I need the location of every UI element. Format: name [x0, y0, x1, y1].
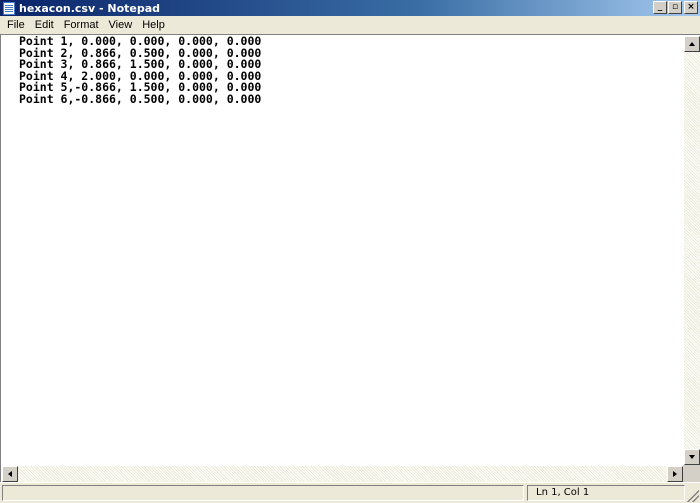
vertical-scrollbar[interactable] [684, 36, 700, 465]
arrow-up-icon [689, 42, 695, 46]
title-bar[interactable]: hexacon.csv - Notepad _ ▫ × [0, 0, 700, 16]
arrow-down-icon [689, 455, 695, 459]
notepad-app-icon[interactable] [3, 1, 15, 15]
horizontal-scrollbar[interactable] [2, 466, 683, 482]
minimize-button[interactable]: _ [653, 1, 667, 14]
text-editor[interactable]: Point 1, 0.000, 0.000, 0.000, 0.000 Poin… [2, 36, 683, 465]
cursor-position: Ln 1, Col 1 [527, 485, 685, 501]
menu-view[interactable]: View [104, 19, 138, 31]
scrollbar-corner [683, 465, 700, 482]
status-pane-empty [2, 485, 524, 501]
resize-grip-icon[interactable] [687, 490, 699, 502]
menu-format[interactable]: Format [59, 19, 104, 31]
caption-buttons: _ ▫ × [652, 1, 698, 14]
editor-pane: Point 1, 0.000, 0.000, 0.000, 0.000 Poin… [0, 34, 700, 482]
scroll-left-button[interactable] [2, 466, 18, 482]
menu-edit[interactable]: Edit [30, 19, 59, 31]
close-button[interactable]: × [684, 1, 698, 14]
menu-bar: File Edit Format View Help [0, 16, 700, 34]
menu-help[interactable]: Help [137, 19, 170, 31]
window-title: hexacon.csv - Notepad [19, 1, 161, 15]
scroll-down-button[interactable] [684, 449, 700, 465]
maximize-button[interactable]: ▫ [668, 1, 682, 14]
menu-file[interactable]: File [2, 19, 30, 31]
text-line: Point 6,-0.866, 0.500, 0.000, 0.000 [19, 91, 262, 106]
arrow-left-icon [8, 471, 12, 477]
status-bar: Ln 1, Col 1 [0, 482, 700, 503]
arrow-right-icon [673, 471, 677, 477]
scroll-right-button[interactable] [667, 466, 683, 482]
scroll-up-button[interactable] [684, 36, 700, 52]
